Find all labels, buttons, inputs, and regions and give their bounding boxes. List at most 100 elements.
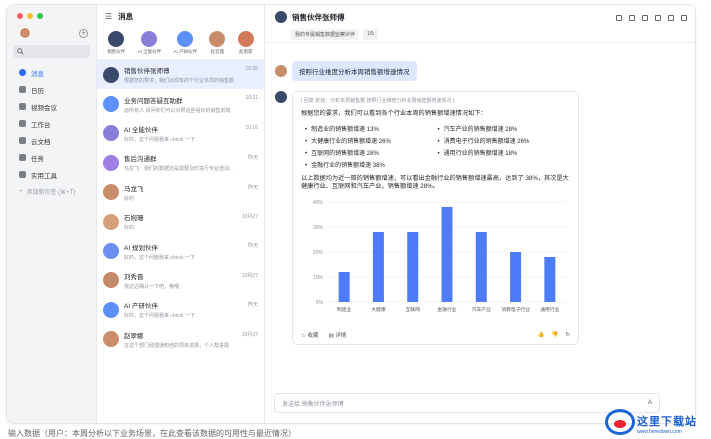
- conversation-name: 业务问题答疑互助群: [124, 97, 183, 105]
- conversation-preview: 在这个部门经理通知他的项目进展，个人帮进展: [124, 342, 230, 349]
- chip-page[interactable]: 1/5: [363, 29, 378, 40]
- conversation-item[interactable]: AI 全能伙伴 好的，这个问题我来 check 一下 10:16: [97, 119, 264, 148]
- sidebar: + 消息 日历 视频会议 工作台 云文档 任务 实用工具 + 添加新页签 (⌘+T…: [7, 5, 97, 423]
- footer-text: 输入数据（用户：本周分析以下业务场景，在此查看该数据的可用性与最近情况）: [8, 429, 296, 438]
- input-placeholder: 发送给 销售伙伴张师傅: [282, 401, 344, 408]
- menu-icon[interactable]: ☰: [105, 12, 112, 21]
- avatar[interactable]: [275, 11, 287, 23]
- bullet-item: 制造业的销售额增速 13%: [305, 124, 438, 133]
- ai-assistant-item[interactable]: AI 产研伙伴: [173, 31, 197, 55]
- conversations: 销售伙伴张师傅 根据您的要求，我们对现有的个行业本周的销售额 10:35 业务问题答疑…: [97, 60, 264, 354]
- message-input[interactable]: 发送给 销售伙伴张师傅 A: [274, 393, 660, 413]
- avatar: [103, 213, 119, 230]
- avatar[interactable]: [19, 27, 31, 39]
- thumbs-up-icon[interactable]: 👍: [538, 332, 545, 338]
- avatar: [141, 31, 158, 47]
- bar: [475, 232, 487, 303]
- bullet-list: 制造业的销售额增速 13%汽车产业的销售额增速 28%大健康行业的销售额增速 2…: [305, 124, 570, 169]
- x-tick-label: 汽车产业: [472, 306, 491, 313]
- conversation-preview: 好的: [124, 195, 135, 202]
- gear-icon[interactable]: [681, 15, 687, 21]
- watermark-url: www.heredown.com: [637, 429, 682, 435]
- avatar: [275, 65, 287, 77]
- conversation-item[interactable]: 销售伙伴张师傅 根据您的要求，我们对现有的个行业本周的销售额 10:35: [97, 60, 264, 90]
- conversation-name: 销售伙伴张师傅: [124, 68, 170, 76]
- x-tick-label: 通用行业: [540, 306, 559, 313]
- conversation-item[interactable]: AI 产研伙伴 好的，这个问题我来 check 一下 昨天: [97, 295, 264, 324]
- conversation-preview: 马龙飞：我们的数据还是需要及时进行专业培训...: [124, 166, 234, 173]
- x-tick-label: 金融行业: [437, 306, 456, 313]
- bar: [510, 252, 522, 303]
- bullet-item: 汽车产业的销售额增速 28%: [438, 124, 571, 133]
- avatar: [275, 91, 287, 103]
- ai-assistant-label: 销售伙伴: [107, 49, 126, 54]
- conversation-item[interactable]: 售后沟通群 马龙飞：我们的数据还是需要及时进行专业培训... 昨天: [97, 148, 264, 177]
- maximize-icon[interactable]: [37, 13, 43, 19]
- conversation-item[interactable]: 石婉珊 好的 10月27: [97, 207, 264, 236]
- search-icon[interactable]: [616, 15, 622, 21]
- reply-source: [ 回复 张旭：分析本周销售额 按照行业维度分析本周销售额增速情况 ]: [301, 98, 455, 104]
- reply-intro: 根据您的要求，我们可以看到各个行业本周的销售额增速情况如下：: [301, 110, 487, 117]
- conversation-name: 马龙飞: [124, 185, 144, 193]
- document-icon: [19, 137, 26, 144]
- y-tick-label: 40%: [313, 200, 324, 206]
- avatar: [103, 96, 119, 113]
- close-icon[interactable]: [17, 13, 23, 19]
- avatar: [209, 31, 226, 47]
- x-tick-label: 制造业: [337, 306, 352, 313]
- chat-icon: [19, 69, 26, 76]
- chip-description[interactable]: 我的专属销售数据监察伙伴: [291, 29, 360, 40]
- add-icon[interactable]: +: [79, 28, 88, 38]
- header-toolbar: [616, 15, 687, 21]
- refresh-icon[interactable]: ↻: [565, 332, 570, 338]
- search-icon: [17, 48, 24, 55]
- conversation-item[interactable]: 赵翠娜在这个部门经理通知他的项目进展，个人帮进展 10月27: [97, 325, 264, 354]
- conversation-name: 石婉珊: [124, 215, 144, 223]
- sidebar-item-calendar[interactable]: 日历: [13, 81, 90, 98]
- search-input[interactable]: [13, 45, 90, 58]
- ai-assistant-label: AI 全能伙伴: [137, 49, 162, 54]
- conversation-item[interactable]: 业务问题答疑互助群 @所有人 请问你们可以对照这些组织的销售前端 10:21: [97, 89, 264, 118]
- conversation-name: AI 全能伙伴: [124, 126, 158, 134]
- sidebar-item-docs[interactable]: 云文档: [13, 132, 90, 149]
- like-button[interactable]: ☆ 收藏: [301, 331, 318, 339]
- document-icon[interactable]: [629, 15, 635, 21]
- bullet-item: 消费电子行业的销售额增速 26%: [438, 136, 571, 145]
- conversation-time: 10月27: [241, 331, 258, 338]
- grid-icon: [19, 120, 26, 127]
- bullet-item: 通用行业的销售额增速 18%: [438, 148, 571, 157]
- conversation-item[interactable]: 马龙飞 好的 昨天: [97, 178, 264, 207]
- sidebar-item-tools[interactable]: 实用工具: [13, 166, 90, 183]
- check-icon: [19, 154, 26, 161]
- minimize-icon[interactable]: [27, 13, 33, 19]
- text-format-icon[interactable]: A: [648, 400, 652, 406]
- conversation-item[interactable]: 刘秀晋 我这边确认一下吧，哦哦 10月27: [97, 266, 264, 295]
- thumbs-down-icon[interactable]: 👎: [552, 332, 559, 338]
- bar: [372, 232, 384, 303]
- folder-icon[interactable]: [642, 15, 648, 21]
- plus-icon: +: [19, 188, 23, 195]
- sidebar-item-messages[interactable]: 消息: [13, 64, 90, 81]
- sidebar-item-meetings[interactable]: 视频会议: [13, 98, 90, 115]
- conversation-time: 昨天: [247, 243, 258, 250]
- avatar: [177, 31, 194, 47]
- pin-icon[interactable]: [655, 15, 661, 21]
- avatar: [103, 331, 119, 348]
- task-icon[interactable]: [668, 15, 674, 21]
- conversation-name: 赵翠娜: [124, 332, 144, 340]
- reply-card: [ 回复 张旭：分析本周销售额 按照行业维度分析本周销售额增速情况 ] 根据您的…: [292, 91, 579, 346]
- detail-button[interactable]: ▤ 详情: [328, 331, 346, 339]
- add-tab-button[interactable]: + 添加新页签 (⌘+T): [13, 187, 90, 197]
- y-tick-label: 0%: [316, 300, 324, 306]
- sidebar-item-workplace[interactable]: 工作台: [13, 115, 90, 132]
- ai-assistant-item[interactable]: 赵雨霏: [237, 31, 254, 55]
- calendar-icon: [19, 86, 26, 93]
- ai-assistant-item[interactable]: 赵云霞: [209, 31, 226, 55]
- reply-summary: 以上数据均为近一周的销售额增速，可以看出金融行业的销售额增速最高，达到了 38%…: [301, 174, 569, 191]
- ai-assistant-item[interactable]: AI 全能伙伴: [137, 31, 162, 55]
- conversation-time: 昨天: [247, 155, 258, 162]
- bar: [407, 232, 419, 303]
- sidebar-item-tasks[interactable]: 任务: [13, 149, 90, 166]
- conversation-item[interactable]: AI 规划伙伴 好的，这个问题我来 check 一下 昨天: [97, 236, 264, 265]
- ai-assistant-item[interactable]: 销售伙伴: [107, 31, 125, 55]
